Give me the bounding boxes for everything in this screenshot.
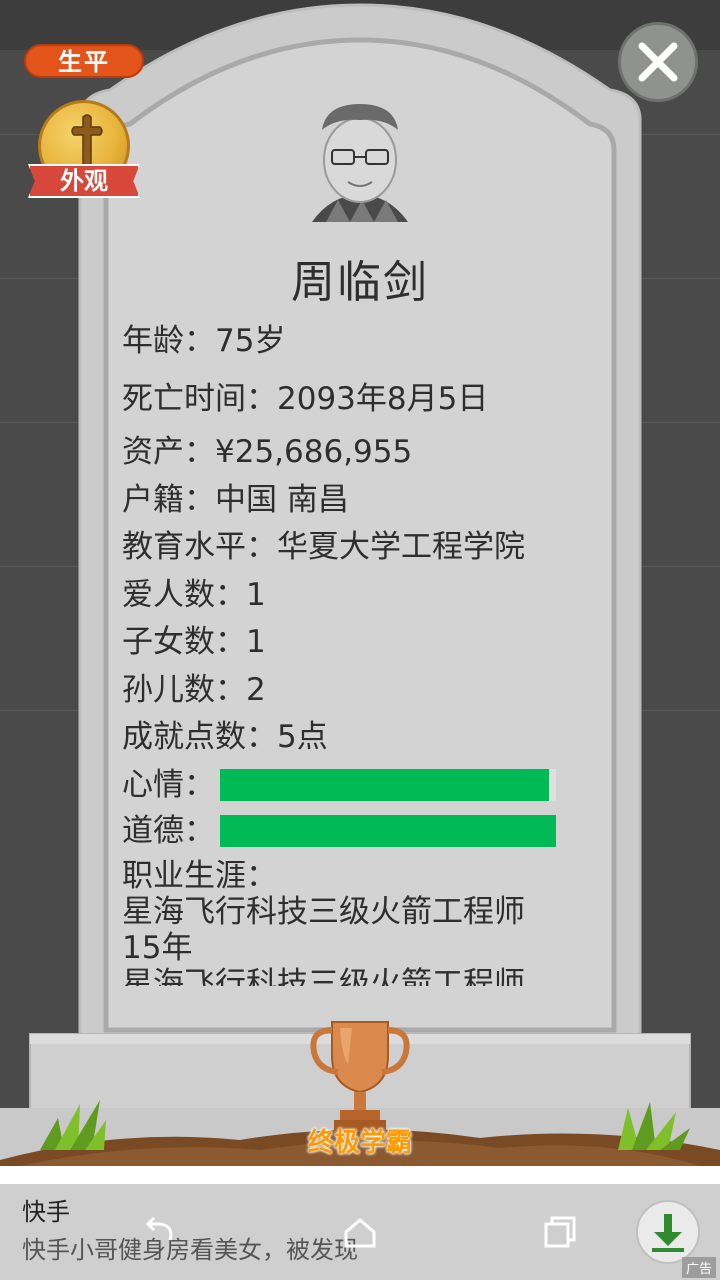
close-icon [638,42,678,82]
lovers-count-text: 爱人数：1 [122,577,266,613]
career-entry: 星海飞行科技三级火箭工程师 [122,894,525,930]
back-nav-icon[interactable] [140,1212,180,1252]
career-section[interactable]: 职业生涯： 星海飞行科技三级火箭工程师 15年 星海飞行科技三级火箭工程师 [122,858,582,986]
appearance-button[interactable]: 外观 [24,100,144,204]
achievement-points-text: 成就点数：5点 [122,719,328,755]
career-entry: 星海飞行科技三级火箭工程师 [122,966,525,986]
education-text: 教育水平：华夏大学工程学院 [122,529,525,565]
recents-nav-icon[interactable] [540,1212,580,1252]
life-tab-badge[interactable]: 生平 [24,44,144,78]
cross-icon [71,114,103,168]
close-button[interactable] [618,22,698,102]
career-entry-duration: 15年 [122,930,193,966]
morality-row: 道德： [122,812,562,850]
death-time-text: 死亡时间：2093年8月5日 [122,381,489,417]
deceased-name: 周临剑 [291,257,429,308]
mood-bar-fill [220,769,550,801]
download-icon [652,1214,684,1252]
assets-text: 资产：¥25,686,955 [122,434,413,470]
mood-label: 心情： [122,767,215,803]
ad-description: 快手小哥健身房看美女，被发现 [22,1236,358,1264]
children-count-text: 子女数：1 [122,624,266,660]
hukou-text: 户籍：中国 南昌 [122,482,349,518]
download-button[interactable] [636,1200,700,1264]
trophy-icon [310,1021,410,1132]
morality-bar [220,815,556,847]
grandchildren-count-text: 孙儿数：2 [122,672,266,708]
home-nav-icon[interactable] [340,1212,380,1252]
achievement-title: 终极学霸 [307,1128,412,1158]
morality-bar-fill [220,815,556,847]
mood-bar [220,769,556,801]
appearance-label: 外观 [28,164,140,198]
mood-row: 心情： [122,766,562,804]
ad-title: 快手 [22,1198,70,1226]
ad-tag: 广告 [681,1257,716,1278]
morality-label: 道德： [122,813,215,849]
age-text: 年龄：75岁 [122,323,286,359]
career-label: 职业生涯： [122,858,277,894]
